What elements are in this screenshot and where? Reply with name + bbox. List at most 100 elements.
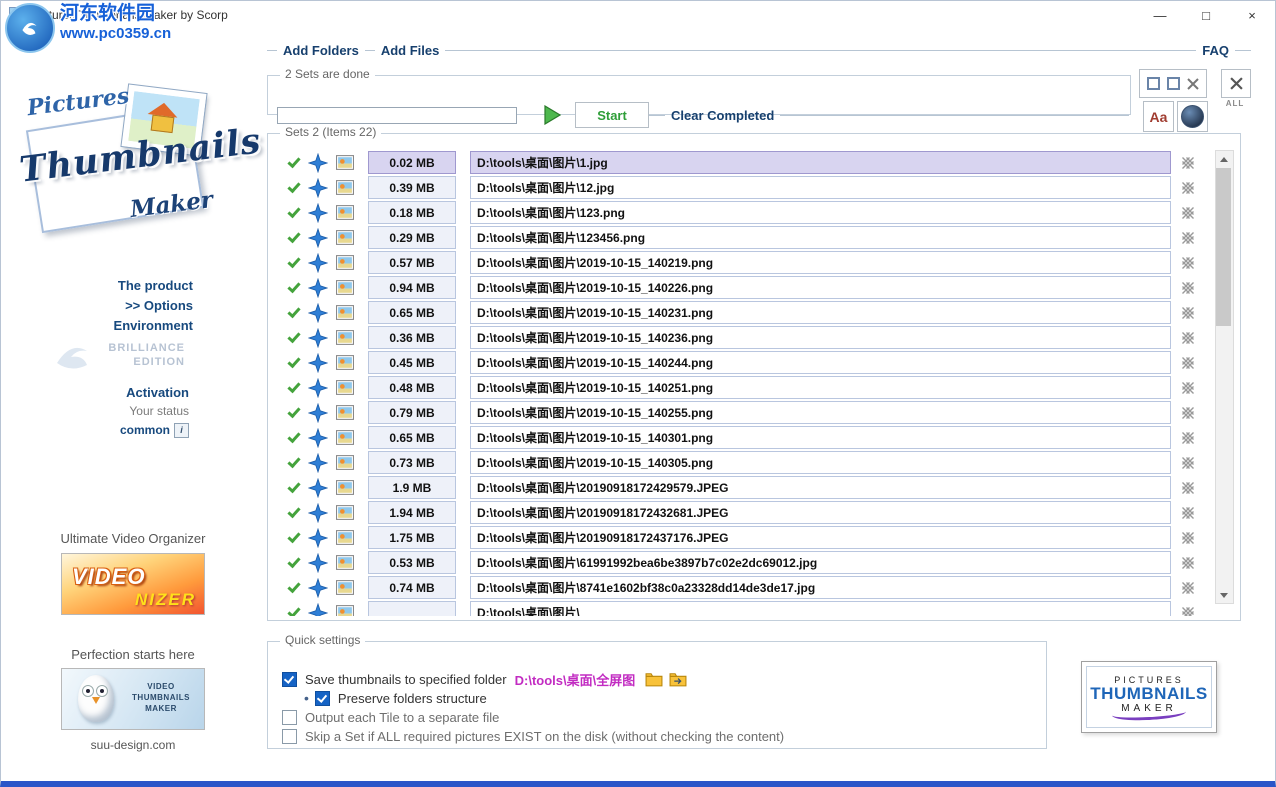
activation-link[interactable]: Activation bbox=[120, 383, 189, 402]
table-row[interactable]: 0.79 MB D:\tools\桌面\图片\2019-10-15_140255… bbox=[280, 400, 1198, 425]
add-files-button[interactable]: Add Files bbox=[375, 43, 446, 58]
remove-row-icon[interactable] bbox=[1180, 355, 1198, 371]
remove-row-icon[interactable] bbox=[1180, 480, 1198, 496]
remove-row-icon[interactable] bbox=[1180, 380, 1198, 396]
separate-file-option[interactable]: Output each Tile to a separate file bbox=[282, 708, 1046, 727]
row-path: D:\tools\桌面\图片\2019-10-15_140236.png bbox=[470, 326, 1171, 349]
add-folders-button[interactable]: Add Folders bbox=[277, 43, 365, 58]
set-template-icon bbox=[308, 153, 328, 173]
table-row[interactable]: 0.53 MB D:\tools\桌面\图片\61991992bea6be389… bbox=[280, 550, 1198, 575]
preserve-structure-checkbox[interactable] bbox=[315, 691, 330, 706]
row-path: D:\tools\桌面\图片\20190918172429579.JPEG bbox=[470, 476, 1171, 499]
font-button[interactable]: Aa bbox=[1143, 101, 1174, 132]
clear-all-button[interactable] bbox=[1221, 69, 1251, 98]
info-icon[interactable]: i bbox=[174, 423, 189, 438]
remove-row-icon[interactable] bbox=[1180, 605, 1198, 617]
remove-row-icon[interactable] bbox=[1180, 580, 1198, 596]
table-row[interactable]: D:\tools\桌面\图片\ bbox=[280, 600, 1198, 616]
done-check-icon bbox=[286, 231, 301, 245]
row-size: 1.75 MB bbox=[368, 526, 456, 549]
bullet-icon: • bbox=[304, 692, 309, 705]
row-path: D:\tools\桌面\图片\2019-10-15_140226.png bbox=[470, 276, 1171, 299]
videonizer-word-nizer: NIZER bbox=[135, 590, 196, 610]
skip-set-label: Skip a Set if ALL required pictures EXIS… bbox=[305, 729, 784, 744]
save-thumbnails-option[interactable]: Save thumbnails to specified folder D:\t… bbox=[282, 670, 1046, 689]
remove-row-icon[interactable] bbox=[1180, 305, 1198, 321]
table-row[interactable]: 0.57 MB D:\tools\桌面\图片\2019-10-15_140219… bbox=[280, 250, 1198, 275]
skip-set-option[interactable]: Skip a Set if ALL required pictures EXIS… bbox=[282, 727, 1046, 746]
row-path: D:\tools\桌面\图片\2019-10-15_140219.png bbox=[470, 251, 1171, 274]
progress-bar bbox=[277, 107, 517, 124]
select-box-icon bbox=[1147, 77, 1160, 90]
sidebar-nav: The product >> Options Environment bbox=[114, 276, 193, 336]
save-thumbnails-checkbox[interactable] bbox=[282, 672, 297, 687]
table-row[interactable]: 0.48 MB D:\tools\桌面\图片\2019-10-15_140251… bbox=[280, 375, 1198, 400]
table-row[interactable]: 1.94 MB D:\tools\桌面\图片\20190918172432681… bbox=[280, 500, 1198, 525]
pictures-thumbnails-maker-logo[interactable]: PICTURES THUMBNAILS MAKER bbox=[1081, 661, 1217, 733]
scroll-up-icon[interactable] bbox=[1216, 151, 1231, 167]
table-row[interactable]: 0.94 MB D:\tools\桌面\图片\2019-10-15_140226… bbox=[280, 275, 1198, 300]
clear-completed-button[interactable]: Clear Completed bbox=[665, 108, 780, 123]
done-check-icon bbox=[286, 406, 301, 420]
table-row[interactable]: 1.75 MB D:\tools\桌面\图片\20190918172437176… bbox=[280, 525, 1198, 550]
remove-row-icon[interactable] bbox=[1180, 330, 1198, 346]
row-size: 0.57 MB bbox=[368, 251, 456, 274]
video-thumbnails-maker-banner[interactable]: VIDEO THUMBNAILS MAKER bbox=[61, 668, 205, 730]
table-row[interactable]: 1.9 MB D:\tools\桌面\图片\20190918172429579.… bbox=[280, 475, 1198, 500]
sidebar-item-product[interactable]: The product bbox=[114, 276, 193, 296]
videonizer-banner[interactable]: VIDEO NIZER bbox=[61, 553, 205, 615]
faq-link[interactable]: FAQ bbox=[1196, 43, 1235, 58]
sidebar-item-options[interactable]: >> Options bbox=[114, 296, 193, 316]
table-row[interactable]: 0.45 MB D:\tools\桌面\图片\2019-10-15_140244… bbox=[280, 350, 1198, 375]
done-check-icon bbox=[286, 206, 301, 220]
sphere-icon bbox=[1181, 105, 1204, 128]
remove-row-icon[interactable] bbox=[1180, 180, 1198, 196]
done-check-icon bbox=[286, 156, 301, 170]
table-row[interactable]: 0.29 MB D:\tools\桌面\图片\123456.png bbox=[280, 225, 1198, 250]
folder-open-icon[interactable] bbox=[669, 672, 687, 687]
skip-set-checkbox[interactable] bbox=[282, 729, 297, 744]
picture-icon bbox=[336, 205, 354, 220]
table-row[interactable]: 0.74 MB D:\tools\桌面\图片\8741e1602bf38c0a2… bbox=[280, 575, 1198, 600]
table-row[interactable]: 0.18 MB D:\tools\桌面\图片\123.png bbox=[280, 200, 1198, 225]
vtm-brand-line3: MAKER bbox=[123, 703, 199, 714]
table-row[interactable]: 0.39 MB D:\tools\桌面\图片\12.jpg bbox=[280, 175, 1198, 200]
remove-row-icon[interactable] bbox=[1180, 530, 1198, 546]
picture-icon bbox=[336, 430, 354, 445]
done-check-icon bbox=[286, 431, 301, 445]
row-size: 0.02 MB bbox=[368, 151, 456, 174]
folder-icon[interactable] bbox=[645, 672, 663, 687]
selection-tools-button[interactable] bbox=[1139, 69, 1207, 98]
remove-row-icon[interactable] bbox=[1180, 230, 1198, 246]
suu-design-link[interactable]: suu-design.com bbox=[25, 738, 241, 752]
table-row[interactable]: 0.36 MB D:\tools\桌面\图片\2019-10-15_140236… bbox=[280, 325, 1198, 350]
list-scrollbar[interactable] bbox=[1215, 150, 1234, 604]
remove-row-icon[interactable] bbox=[1180, 430, 1198, 446]
start-button[interactable]: Start bbox=[575, 102, 649, 128]
table-row[interactable]: 0.73 MB D:\tools\桌面\图片\2019-10-15_140305… bbox=[280, 450, 1198, 475]
sidebar-item-environment[interactable]: Environment bbox=[114, 316, 193, 336]
common-link[interactable]: common bbox=[120, 421, 170, 440]
table-row[interactable]: 0.65 MB D:\tools\桌面\图片\2019-10-15_140231… bbox=[280, 300, 1198, 325]
remove-row-icon[interactable] bbox=[1180, 505, 1198, 521]
minimize-button[interactable]: — bbox=[1137, 1, 1183, 29]
table-row[interactable]: 0.65 MB D:\tools\桌面\图片\2019-10-15_140301… bbox=[280, 425, 1198, 450]
remove-row-icon[interactable] bbox=[1180, 205, 1198, 221]
remove-row-icon[interactable] bbox=[1180, 280, 1198, 296]
remove-row-icon[interactable] bbox=[1180, 255, 1198, 271]
row-size: 0.79 MB bbox=[368, 401, 456, 424]
remove-row-icon[interactable] bbox=[1180, 455, 1198, 471]
separate-file-checkbox[interactable] bbox=[282, 710, 297, 725]
remove-row-icon[interactable] bbox=[1180, 155, 1198, 171]
preserve-structure-option[interactable]: • Preserve folders structure bbox=[304, 689, 1046, 708]
remove-row-icon[interactable] bbox=[1180, 405, 1198, 421]
scroll-down-icon[interactable] bbox=[1216, 587, 1231, 603]
maximize-button[interactable]: □ bbox=[1183, 1, 1229, 29]
set-template-icon bbox=[308, 403, 328, 423]
table-row[interactable]: 0.02 MB D:\tools\桌面\图片\1.jpg bbox=[280, 150, 1198, 175]
row-size: 0.36 MB bbox=[368, 326, 456, 349]
remove-row-icon[interactable] bbox=[1180, 555, 1198, 571]
close-button[interactable]: × bbox=[1229, 1, 1275, 29]
theme-button[interactable] bbox=[1177, 101, 1208, 132]
scrollbar-thumb[interactable] bbox=[1216, 168, 1231, 326]
